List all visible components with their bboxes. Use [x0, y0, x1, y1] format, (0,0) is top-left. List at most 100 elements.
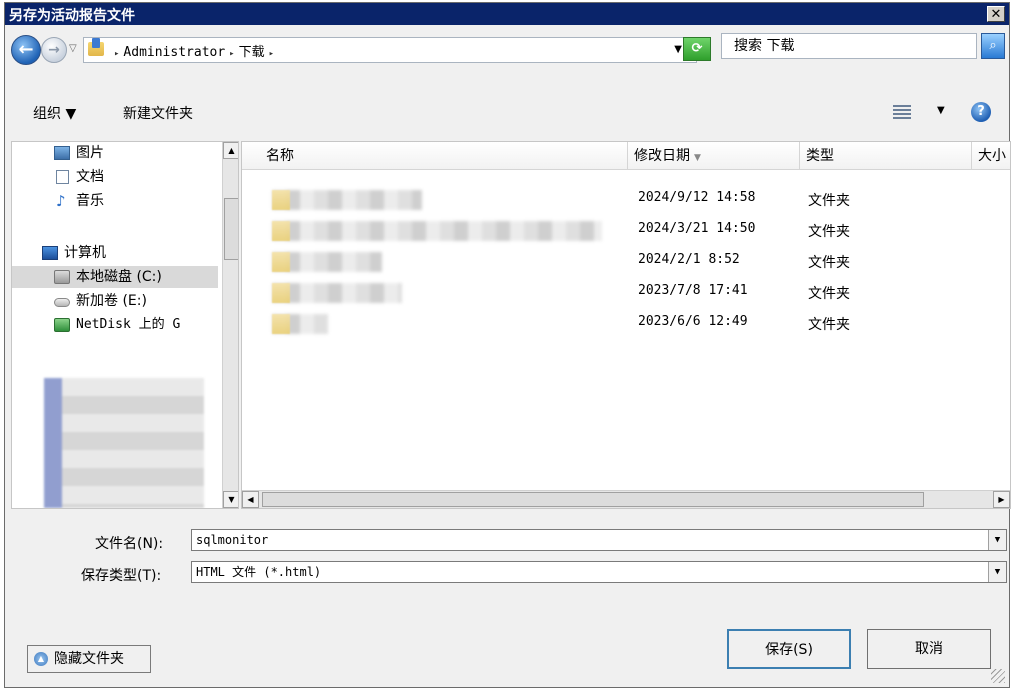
back-arrow-icon: ← — [18, 39, 34, 60]
nav-item-label: 本地磁盘 (C:) — [76, 269, 162, 285]
breadcrumb-downloads[interactable]: 下载 — [239, 45, 265, 60]
filetype-label: 保存类型(T): — [81, 568, 162, 584]
address-bar[interactable]: ▸ Administrator ▸ 下载 ▸ ▼ — [83, 37, 697, 63]
scroll-down-icon[interactable]: ▼ — [223, 491, 238, 508]
nav-item-netdisk-g[interactable]: NetDisk 上的 G — [12, 314, 218, 336]
resize-grip-icon[interactable] — [991, 669, 1005, 683]
back-button[interactable]: ← — [11, 35, 41, 65]
nav-item-pictures[interactable]: 图片 — [12, 142, 218, 164]
collapse-up-icon: ▲ — [34, 652, 48, 666]
forward-arrow-icon: → — [48, 42, 60, 58]
column-header-name[interactable]: 名称 — [242, 142, 628, 170]
network-drive-icon — [54, 318, 70, 332]
table-row[interactable]: 2023/7/8 17:41 文件夹 — [242, 277, 1010, 308]
table-row[interactable]: 2024/3/21 14:50 文件夹 — [242, 215, 1010, 246]
downloads-folder-icon — [88, 38, 104, 56]
nav-item-computer[interactable]: 计算机 — [12, 242, 218, 264]
table-row[interactable]: 2024/2/1 8:52 文件夹 — [242, 246, 1010, 277]
computer-icon — [42, 246, 58, 260]
filename-dropdown-icon[interactable]: ▼ — [988, 530, 1006, 550]
refresh-button[interactable]: ⟳ — [683, 37, 711, 61]
row-type: 文件夹 — [808, 317, 850, 333]
new-folder-button[interactable]: 新建文件夹 — [123, 103, 193, 123]
folder-icon — [272, 190, 290, 210]
view-list-icon[interactable] — [893, 105, 911, 119]
row-type: 文件夹 — [808, 255, 850, 271]
scroll-thumb[interactable] — [224, 198, 238, 260]
address-dropdown-icon[interactable]: ▼ — [674, 44, 682, 55]
table-row[interactable]: 2023/6/6 12:49 文件夹 — [242, 308, 1010, 339]
column-header-modified[interactable]: 修改日期 ▼ — [628, 142, 800, 170]
nav-item-documents[interactable]: 文档 — [12, 166, 218, 188]
breadcrumb-administrator[interactable]: Administrator — [123, 45, 225, 60]
forward-button[interactable]: → — [41, 37, 67, 63]
blurred-filename — [272, 221, 602, 241]
filename-field[interactable]: sqlmonitor ▼ — [191, 529, 1007, 551]
scroll-thumb[interactable] — [262, 492, 924, 507]
scroll-up-icon[interactable]: ▲ — [223, 142, 238, 159]
window-title: 另存为活动报告文件 — [9, 8, 135, 24]
toolbar: 组织 ▼ 新建文件夹 ▼ ? — [5, 95, 1009, 137]
file-list-horizontal-scrollbar[interactable]: ◀ ▶ — [242, 490, 1010, 508]
nav-item-label: 计算机 — [64, 245, 106, 261]
nav-item-music[interactable]: ♪ 音乐 — [12, 190, 218, 212]
save-as-dialog: 另存为活动报告文件 ✕ ← → ▽ ▸ Administrator ▸ 下载 ▸ ▼ ⟳… — [4, 2, 1011, 688]
organize-button[interactable]: 组织 ▼ — [33, 103, 76, 123]
nav-item-label: NetDisk 上的 G — [76, 317, 181, 332]
document-icon — [56, 170, 69, 184]
history-dropdown-icon[interactable]: ▽ — [69, 43, 77, 54]
breadcrumb-chevron-icon[interactable]: ▸ — [114, 49, 119, 59]
nav-item-volume-e[interactable]: 新加卷 (E:) — [12, 290, 218, 312]
search-button[interactable]: ⌕ — [981, 33, 1005, 59]
folder-icon — [272, 252, 290, 272]
row-date: 2024/3/21 14:50 — [638, 221, 756, 236]
nav-item-label: 图片 — [76, 145, 104, 161]
volume-icon — [54, 298, 70, 307]
view-dropdown-icon[interactable]: ▼ — [937, 105, 945, 116]
row-date: 2024/2/1 8:52 — [638, 252, 740, 267]
nav-item-local-disk-c[interactable]: 本地磁盘 (C:) — [12, 266, 218, 288]
scroll-right-icon[interactable]: ▶ — [993, 491, 1010, 508]
filename-value: sqlmonitor — [196, 533, 269, 547]
breadcrumb-chevron-icon[interactable]: ▸ — [229, 49, 234, 59]
search-icon: ⌕ — [989, 38, 997, 53]
music-icon: ♪ — [56, 192, 66, 210]
search-input[interactable]: 搜索 下载 — [721, 33, 977, 59]
hide-folders-label: 隐藏文件夹 — [54, 651, 124, 667]
breadcrumb-chevron-icon[interactable]: ▸ — [269, 49, 274, 59]
column-header-type[interactable]: 类型 — [800, 142, 972, 170]
local-disk-icon — [54, 270, 70, 284]
filetype-select[interactable]: HTML 文件 (*.html) ▼ — [191, 561, 1007, 583]
column-header-size[interactable]: 大小 — [972, 142, 1010, 170]
refresh-icon: ⟳ — [691, 41, 703, 56]
row-date: 2024/9/12 14:58 — [638, 190, 756, 205]
save-button[interactable]: 保存(S) — [727, 629, 851, 669]
nav-item-label: 文档 — [76, 169, 104, 185]
folder-icon — [272, 283, 290, 303]
breadcrumb: ▸ Administrator ▸ 下载 ▸ — [110, 41, 278, 60]
picture-icon — [54, 146, 70, 160]
cancel-button[interactable]: 取消 — [867, 629, 991, 669]
filetype-value: HTML 文件 (*.html) — [196, 565, 322, 579]
row-type: 文件夹 — [808, 224, 850, 240]
nav-vertical-scrollbar[interactable]: ▲ ▼ — [222, 142, 238, 508]
title-bar: 另存为活动报告文件 ✕ — [5, 3, 1009, 25]
filetype-dropdown-icon[interactable]: ▼ — [988, 562, 1006, 582]
help-icon[interactable]: ? — [971, 102, 991, 122]
nav-item-label: 音乐 — [76, 193, 104, 209]
column-header-label: 修改日期 — [634, 148, 690, 164]
hide-folders-button[interactable]: ▲ 隐藏文件夹 — [27, 645, 151, 673]
blurred-filename — [272, 190, 422, 210]
blurred-nav-content — [44, 378, 204, 508]
scroll-left-icon[interactable]: ◀ — [242, 491, 259, 508]
row-type: 文件夹 — [808, 193, 850, 209]
folder-icon — [272, 221, 290, 241]
table-row[interactable]: 2024/9/12 14:58 文件夹 — [242, 184, 1010, 215]
row-date: 2023/6/6 12:49 — [638, 314, 748, 329]
navigation-pane: 图片 文档 ♪ 音乐 计算机 本地磁盘 (C:) 新加卷 (E:) NetDis… — [11, 141, 239, 509]
blurred-filename — [272, 283, 402, 303]
folder-icon — [272, 314, 290, 334]
file-list: 名称 修改日期 ▼ 类型 大小 2024/9/12 14:58 文件夹 2024/… — [241, 141, 1011, 509]
close-button[interactable]: ✕ — [987, 6, 1005, 22]
row-type: 文件夹 — [808, 286, 850, 302]
